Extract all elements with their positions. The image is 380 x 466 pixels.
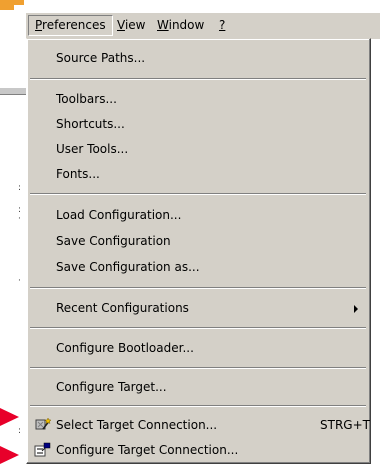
menu-item-label: Toolbars... — [56, 92, 117, 106]
submenu-arrow-icon — [354, 305, 358, 313]
menu-item-shortcuts[interactable]: Shortcuts... — [30, 112, 366, 136]
menu-item-label: Recent Configurations — [56, 301, 189, 315]
menu-item-label: Save Configuration as... — [56, 260, 200, 274]
background-window-fragment — [14, 0, 24, 5]
menu-preferences[interactable]: Preferences — [28, 15, 113, 36]
menu-separator — [30, 193, 366, 195]
menu-separator — [30, 78, 366, 80]
menu-item-recent-configurations[interactable]: Recent Configurations — [30, 296, 366, 320]
menu-preferences-label: references — [42, 18, 106, 32]
menu-item-configure-target[interactable]: Configure Target... — [30, 375, 366, 399]
menu-bar: Preferences View Window ? — [26, 13, 380, 39]
menu-item-fonts[interactable]: Fonts... — [30, 162, 366, 186]
menu-help[interactable]: ? — [213, 15, 231, 36]
menu-item-label: Shortcuts... — [56, 117, 125, 131]
menu-item-user-tools[interactable]: User Tools... — [30, 137, 366, 161]
menu-item-label: Load Configuration... — [56, 208, 182, 222]
menu-view[interactable]: View — [111, 15, 151, 36]
menu-item-label: Fonts... — [56, 167, 100, 181]
menu-item-label: User Tools... — [56, 142, 129, 156]
annotation-arrow-icon — [0, 446, 19, 464]
menu-window-label: indow — [168, 18, 205, 32]
background-text-fragment: · — [18, 276, 21, 286]
menu-item-shortcut: STRG+T — [320, 418, 370, 432]
menu-item-label: Select Target Connection... — [56, 418, 218, 432]
menu-help-label: ? — [219, 18, 226, 32]
menu-separator — [30, 367, 366, 369]
menu-separator — [30, 327, 366, 329]
connection-wand-icon — [34, 417, 52, 433]
menu-item-label: Source Paths... — [56, 51, 146, 65]
menu-item-save-configuration-as[interactable]: Save Configuration as... — [30, 255, 366, 279]
menu-separator — [30, 287, 366, 289]
menu-item-source-paths[interactable]: Source Paths... — [30, 46, 366, 70]
annotation-arrow-icon — [0, 408, 19, 426]
background-text-fragment: · — [18, 214, 21, 224]
menu-item-label: Save Configuration — [56, 234, 171, 248]
menu-item-label: Configure Target... — [56, 380, 167, 394]
menu-view-label: iew — [124, 18, 146, 32]
menu-window[interactable]: Window — [151, 15, 210, 36]
background-text-fragment: : — [18, 183, 22, 193]
menu-item-configure-target-connection[interactable]: Configure Target Connection... — [30, 438, 366, 462]
background-toolbar-fragment — [0, 88, 26, 95]
background-window-fragment — [0, 0, 14, 10]
menu-item-configure-bootloader[interactable]: Configure Bootloader... — [30, 336, 366, 360]
connection-settings-icon — [34, 442, 52, 458]
menu-item-load-configuration[interactable]: Load Configuration... — [30, 203, 366, 227]
menu-item-save-configuration[interactable]: Save Configuration — [30, 229, 366, 253]
menu-separator — [30, 405, 366, 407]
menu-item-select-target-connection[interactable]: Select Target Connection... STRG+T — [30, 413, 370, 437]
menu-item-label: Configure Target Connection... — [56, 443, 239, 457]
menu-item-toolbars[interactable]: Toolbars... — [30, 87, 366, 111]
preferences-dropdown: Source Paths... Toolbars... Shortcuts...… — [26, 38, 371, 464]
menu-item-label: Configure Bootloader... — [56, 341, 194, 355]
